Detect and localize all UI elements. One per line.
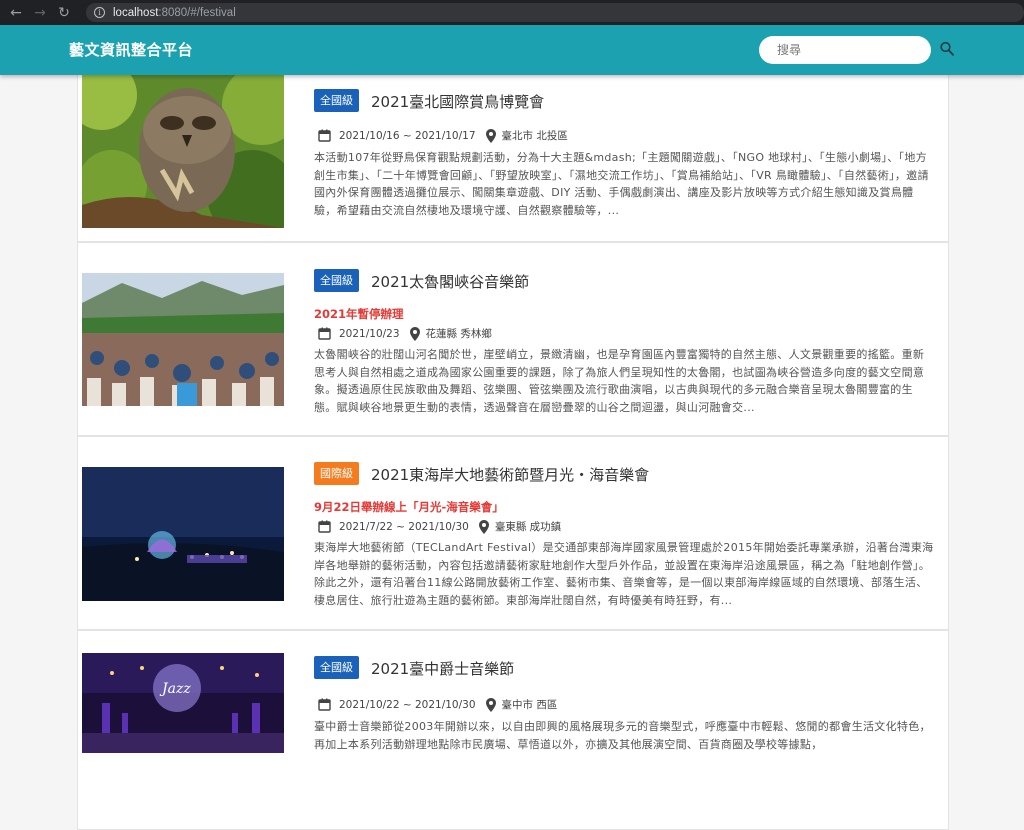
url-text: localhost:8080/#/festival: [113, 6, 236, 19]
event-location: 臺北市 北投區: [501, 130, 568, 142]
location-pin-icon: [485, 697, 496, 712]
event-image-taroko[interactable]: [82, 273, 284, 406]
event-meta: 2021/10/16 ~ 2021/10/17 臺北市 北投區: [318, 128, 568, 143]
calendar-icon: [318, 327, 331, 340]
event-card[interactable]: 國際級 2021東海岸大地藝術節暨月光・海音樂會 9月22日舉辦線上「月光-海音…: [77, 436, 949, 630]
event-list: 全國級 2021臺北國際賞鳥博覽會 2021/10/16 ~ 2021/10/1…: [77, 75, 949, 830]
svg-text:Jazz: Jazz: [159, 681, 191, 697]
event-description: 東海岸大地藝術節（TECLandArt Festival）是交通部東部海岸國家風…: [314, 541, 934, 607]
calendar-icon: [318, 129, 331, 142]
search-input[interactable]: [759, 36, 931, 64]
app-header: 藝文資訊整合平台: [0, 25, 1024, 75]
event-description: 本活動107年從野鳥保育觀點規劃活動，分為十大主題&mdash;「主題闖關遊戲」…: [314, 151, 929, 217]
event-level-badge: 全國級: [314, 89, 359, 112]
event-notice: 9月22日舉辦線上「月光-海音樂會」: [314, 500, 504, 514]
calendar-icon: [318, 520, 331, 533]
event-level-badge: 全國級: [314, 656, 359, 679]
event-date: 2021/10/16 ~ 2021/10/17: [339, 129, 476, 142]
event-date: 2021/10/23: [339, 327, 400, 340]
address-bar[interactable]: i localhost:8080/#/festival: [86, 3, 1024, 22]
location-pin-icon: [485, 128, 496, 143]
event-card[interactable]: 全國級 2021臺北國際賞鳥博覽會 2021/10/16 ~ 2021/10/1…: [77, 75, 949, 242]
forward-arrow-icon[interactable]: →: [30, 3, 50, 23]
event-title[interactable]: 2021東海岸大地藝術節暨月光・海音樂會: [371, 464, 649, 485]
location-pin-icon: [409, 326, 420, 341]
reload-icon[interactable]: ↻: [54, 3, 74, 23]
event-meta: 2021/10/23 花蓮縣 秀林鄉: [318, 326, 492, 341]
calendar-icon: [318, 698, 331, 711]
event-description: 臺中爵士音樂節從2003年開辦以來，以自由即興的風格展現多元的音樂型式，呼應臺中…: [314, 720, 931, 751]
event-location: 臺東縣 成功鎮: [494, 521, 562, 533]
browser-toolbar: ← → ↻ i localhost:8080/#/festival: [0, 0, 1024, 25]
event-title[interactable]: 2021臺中爵士音樂節: [371, 658, 514, 679]
event-meta: 2021/10/22 ~ 2021/10/30 臺中市 西區: [318, 697, 557, 712]
event-level-badge: 國際級: [314, 462, 359, 485]
event-meta: 2021/7/22 ~ 2021/10/30 臺東縣 成功鎮: [318, 519, 561, 534]
event-date: 2021/10/22 ~ 2021/10/30: [339, 698, 476, 711]
event-image-owl[interactable]: [82, 75, 284, 228]
event-image-jazz[interactable]: Jazz: [82, 653, 284, 753]
search-icon[interactable]: [940, 41, 954, 57]
site-title[interactable]: 藝文資訊整合平台: [69, 39, 193, 60]
event-location: 臺中市 西區: [501, 699, 558, 711]
location-pin-icon: [478, 519, 489, 534]
event-title[interactable]: 2021臺北國際賞鳥博覽會: [371, 91, 544, 112]
event-description: 太魯閣峽谷的壯闊山河名聞於世，崖壁峭立，景緻清幽，也是孕育園區內豐富獨特的自然主…: [314, 348, 925, 414]
back-arrow-icon[interactable]: ←: [6, 3, 26, 23]
event-image-east-coast[interactable]: [82, 467, 284, 601]
event-date: 2021/7/22 ~ 2021/10/30: [339, 520, 469, 533]
event-title[interactable]: 2021太魯閣峽谷音樂節: [371, 271, 529, 292]
event-location: 花蓮縣 秀林鄉: [425, 328, 492, 340]
site-info-icon[interactable]: i: [94, 7, 105, 18]
event-card[interactable]: 全國級 2021太魯閣峽谷音樂節 2021年暫停辦理 2021/10/23 花蓮…: [77, 242, 949, 436]
event-card[interactable]: Jazz 全國級 2021臺中爵士音樂節 2021/10/22 ~ 2021/1…: [77, 630, 949, 830]
event-notice: 2021年暫停辦理: [314, 307, 404, 321]
event-level-badge: 全國級: [314, 269, 359, 292]
